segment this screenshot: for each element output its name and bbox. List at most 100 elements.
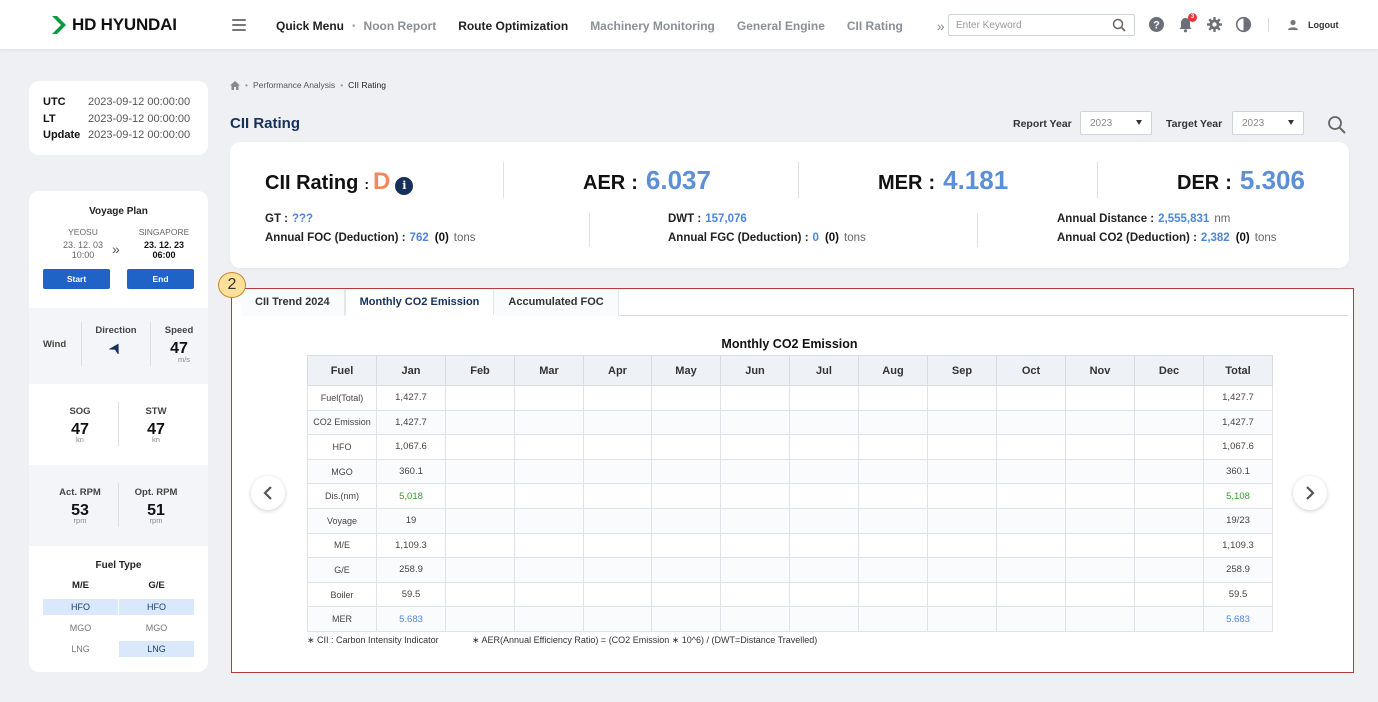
annual-co2-label: Annual CO2 (Deduction) : [1057,232,1197,244]
table-cell [651,557,721,583]
sog-unit: kn [76,435,84,444]
search-box [948,14,1135,36]
logout-label: Logout [1308,19,1339,30]
table-cell [445,434,515,460]
table-cell [720,507,790,534]
annual-foc-label: Annual FOC (Deduction) : [265,232,406,244]
home-icon[interactable] [230,80,240,90]
der-value: 5.306 [1239,165,1305,195]
annual-co2-line: Annual CO2 (Deduction) :2,382 (0) tons [1057,232,1277,244]
settings-gear-icon[interactable] [1206,16,1223,33]
voyage-plan-section: Voyage Plan YEOSU 23. 12. 03 10:00 SINGA… [29,191,208,308]
nav-general-engine[interactable]: General Engine [737,19,825,33]
me-fuel-lng[interactable]: LNG [43,641,118,657]
table-cell [1065,532,1135,559]
me-fuel-hfo[interactable]: HFO [43,599,118,615]
table-cell: 59.5 [1203,581,1273,608]
brand-logo[interactable]: HD HYUNDAI [52,15,177,35]
report-year-select[interactable]: 2023 [1080,111,1152,135]
table-cell: 1,427.7 [376,409,446,436]
column-header: Jul [789,355,859,386]
column-header: Dec [1134,355,1204,386]
table-row: Dis.(nm) 5,018 5,108 [307,483,1273,509]
me-fuel-mgo[interactable]: MGO [43,620,118,636]
table-cell [720,581,790,608]
table-cell [858,385,928,411]
table-cell [927,409,997,436]
lt-value: 2023-09-12 00:00:00 [88,112,191,125]
arrival-time: 06:00 [152,250,176,260]
chevron-right-icon [1306,486,1315,500]
table-cell [996,458,1066,485]
departure-name: YEOSU [68,227,98,237]
ge-fuel-lng[interactable]: LNG [119,641,194,657]
annual-fgc-label: Annual FGC (Deduction) : [668,232,809,244]
voyage-start-button[interactable]: Start [43,269,110,289]
tab-cii-trend[interactable]: CII Trend 2024 [241,290,345,316]
time-card: UTC 2023-09-12 00:00:00 LT 2023-09-12 00:0… [29,81,208,155]
table-cell [1065,606,1135,632]
voyage-end-button[interactable]: End [127,269,194,289]
dwt-value: 157,076 [705,213,747,225]
table-cell [583,409,652,436]
breadcrumb-current: CII Rating [348,80,386,90]
ge-fuel-hfo[interactable]: HFO [119,599,194,615]
notification-bell-icon[interactable]: 3 [1177,13,1197,33]
nav-noon-report[interactable]: Noon Report [364,19,437,33]
table-cell: 1,427.7 [1203,385,1273,411]
nav-dot: • [352,20,356,32]
speed-label: Speed [164,325,194,336]
table-cell [858,483,928,509]
table-cell [720,434,790,460]
theme-toggle-icon[interactable] [1235,16,1252,33]
breadcrumb-parent[interactable]: Performance Analysis [253,80,335,90]
cii-grade-value: D [373,168,391,195]
table-cell [927,385,997,411]
table-row: MER 5.683 5.683 [307,606,1273,632]
fuel-type-section: Fuel Type M/E G/E HFO MGO LNG HFO MGO LN… [29,546,208,672]
table-cell [858,409,928,436]
table-cell: 5.683 [1203,606,1273,632]
table-cell [927,507,997,534]
search-icon[interactable] [1112,18,1126,32]
nav-more-icon[interactable]: » [937,18,945,34]
table-cell [858,434,928,460]
table-cell [858,507,928,534]
info-icon[interactable]: i [395,177,414,195]
nav-cii-rating[interactable]: CII Rating [847,19,903,33]
next-button[interactable] [1293,476,1327,510]
table-cell: 1,109.3 [1203,532,1273,559]
tab-accumulated-foc[interactable]: Accumulated FOC [494,290,619,316]
target-year-select[interactable]: 2023 [1232,111,1304,135]
search-input[interactable] [949,15,1104,36]
logout-button[interactable]: Logout [1287,19,1339,31]
table-cell [583,606,652,632]
tab-monthly-co2-emission[interactable]: Monthly CO2 Emission [344,290,495,316]
table-row: M/E 1,109.3 1,109.3 [307,532,1273,559]
opt-rpm-label: Opt. RPM [134,487,178,498]
previous-button[interactable] [251,476,285,510]
ge-label: G/E [148,580,165,591]
table-cell: 1,427.7 [1203,409,1273,436]
table-cell: 1,067.6 [376,434,446,460]
menu-icon[interactable] [232,19,246,31]
table-cell [1134,385,1204,411]
utc-label: UTC [43,96,66,108]
nav-machinery-monitoring[interactable]: Machinery Monitoring [590,19,715,33]
annual-distance-label: Annual Distance : [1057,213,1155,225]
der-label: DER [1177,172,1220,194]
me-label: M/E [72,580,89,591]
table-cell [996,483,1066,509]
nav-route-optimization[interactable]: Route Optimization [458,19,568,33]
help-icon[interactable]: ? [1148,16,1165,33]
table-cell: 258.9 [1203,557,1273,583]
table-cell [514,483,584,509]
table-cell [514,606,584,632]
table-cell [1065,507,1135,534]
search-button-icon[interactable] [1327,115,1346,134]
table-cell: CO2 Emission [307,409,377,436]
nav-quick-menu[interactable]: Quick Menu [276,19,344,33]
column-header: Feb [445,355,515,386]
report-year-value: 2023 [1090,118,1113,129]
ge-fuel-mgo[interactable]: MGO [119,620,194,636]
